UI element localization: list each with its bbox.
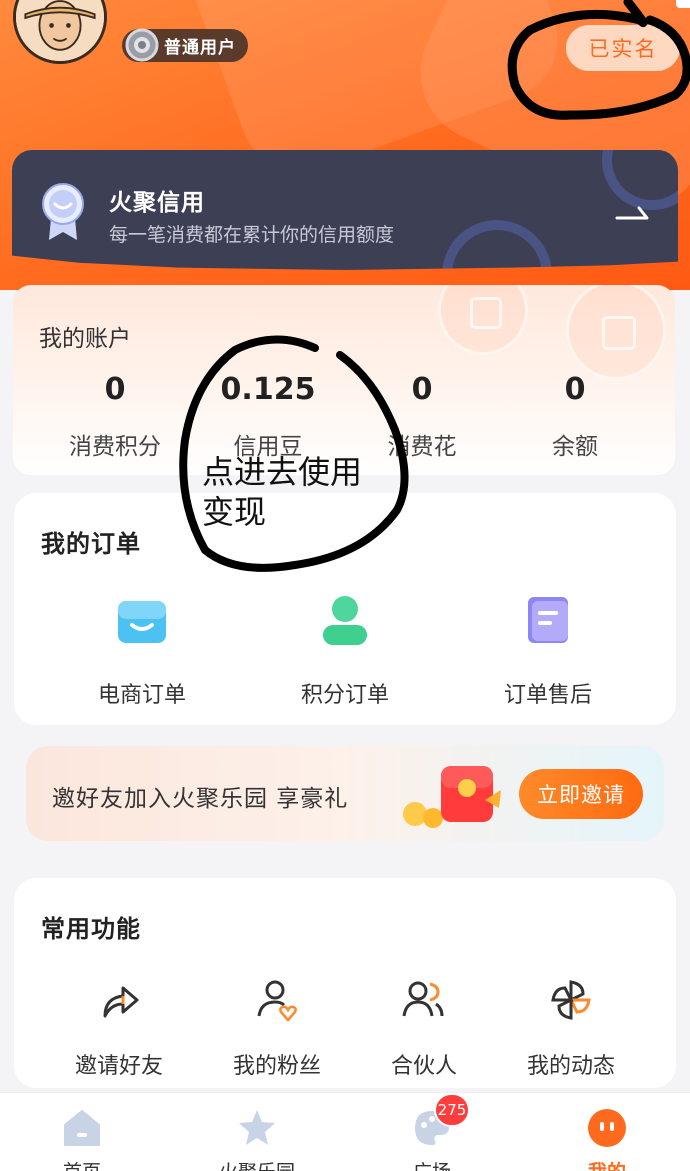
- stat-value: 0.125: [220, 372, 316, 407]
- arrow-right-icon: [615, 206, 649, 220]
- stat-label: 信用豆: [233, 434, 303, 460]
- stat-value: 0: [104, 372, 126, 407]
- user-level-badge: 普通用户: [122, 28, 248, 62]
- pinwheel-icon: [551, 980, 591, 1020]
- stat-label: 消费积分: [69, 434, 161, 460]
- credit-subtitle: 每一笔消费都在累计你的信用额度: [109, 224, 395, 246]
- functions-card: 常用功能 邀请好友 我的粉丝 合伙人 我的动态: [14, 878, 676, 1088]
- avatar-image: [16, 0, 104, 61]
- partner-icon: [402, 981, 444, 1017]
- stat-label: 消费花: [387, 434, 457, 460]
- coin-decoration: [566, 285, 666, 380]
- func-my-posts[interactable]: 我的动态: [496, 978, 646, 1080]
- order-label: 电商订单: [97, 683, 186, 708]
- stat-consumption-flowers[interactable]: 0 消费花: [347, 370, 497, 461]
- shopping-bag-icon: [118, 601, 166, 643]
- func-label: 合伙人: [390, 1054, 457, 1079]
- invite-now-label: 立即邀请: [537, 783, 625, 807]
- stat-label: 余额: [552, 434, 598, 460]
- medal-icon: [42, 183, 84, 240]
- orders-card: 我的订单 电商订单 积分订单 订单售后: [14, 493, 676, 725]
- header-corner-decoration: [676, 0, 690, 8]
- invite-text: 邀好友加入火聚乐园 享豪礼: [52, 786, 349, 812]
- tab-label: 广场: [372, 1157, 492, 1171]
- tab-label: 首页: [22, 1157, 142, 1171]
- card-decoration: [442, 220, 552, 270]
- stat-credit-beans[interactable]: 0.125 信用豆: [193, 370, 343, 461]
- func-my-fans[interactable]: 我的粉丝: [202, 978, 352, 1080]
- account-card: 我的账户 0 消费积分 0.125 信用豆 0 消费花 0 余额: [13, 285, 675, 475]
- card-decoration: [602, 150, 678, 210]
- invite-now-button[interactable]: 立即邀请: [519, 769, 643, 819]
- home-icon: [64, 1110, 100, 1146]
- share-icon: [103, 986, 139, 1018]
- order-ecommerce[interactable]: 电商订单: [57, 591, 227, 709]
- order-after-sales[interactable]: 订单售后: [463, 591, 633, 709]
- red-envelope-icon: [403, 766, 501, 828]
- fans-icon: [257, 980, 297, 1022]
- star-icon: [239, 1110, 275, 1145]
- tab-home[interactable]: 首页: [22, 1107, 142, 1171]
- verify-status-button[interactable]: 已实名: [566, 25, 680, 71]
- order-label: 订单售后: [503, 683, 592, 708]
- stat-value: 0: [411, 372, 433, 407]
- bottom-tab-bar: 首页 火聚乐园 广场 我的: [0, 1092, 690, 1171]
- order-label: 积分订单: [300, 683, 389, 708]
- tab-mine[interactable]: 我的: [547, 1107, 667, 1171]
- credit-card[interactable]: 火聚信用 每一笔消费都在累计你的信用额度: [12, 150, 678, 270]
- user-icon: [323, 596, 367, 645]
- tab-label: 火聚乐园: [197, 1157, 317, 1171]
- func-label: 我的动态: [526, 1054, 615, 1079]
- account-title: 我的账户: [39, 326, 131, 352]
- func-label: 邀请好友: [74, 1054, 163, 1079]
- func-invite-friends[interactable]: 邀请好友: [44, 978, 194, 1080]
- notification-badge: 275: [434, 1093, 470, 1127]
- coin-decoration: [438, 285, 528, 355]
- profile-icon: [588, 1109, 626, 1147]
- tab-square[interactable]: 广场: [372, 1107, 492, 1171]
- stat-balance[interactable]: 0 余额: [500, 370, 650, 461]
- document-icon: [528, 597, 568, 643]
- order-points[interactable]: 积分订单: [260, 591, 430, 709]
- func-partner[interactable]: 合伙人: [349, 978, 499, 1080]
- tab-park[interactable]: 火聚乐园: [197, 1107, 317, 1171]
- invite-banner[interactable]: 邀好友加入火聚乐园 享豪礼 立即邀请: [26, 746, 664, 841]
- func-label: 我的粉丝: [232, 1054, 321, 1079]
- tab-label: 我的: [547, 1157, 667, 1171]
- orders-title: 我的订单: [41, 530, 141, 558]
- gear-icon: [125, 28, 159, 62]
- stat-consumption-points[interactable]: 0 消费积分: [40, 370, 190, 461]
- verify-status-label: 已实名: [588, 37, 658, 61]
- user-level-label: 普通用户: [164, 38, 236, 58]
- functions-title: 常用功能: [41, 915, 141, 943]
- credit-title: 火聚信用: [109, 190, 205, 216]
- stat-value: 0: [564, 372, 586, 407]
